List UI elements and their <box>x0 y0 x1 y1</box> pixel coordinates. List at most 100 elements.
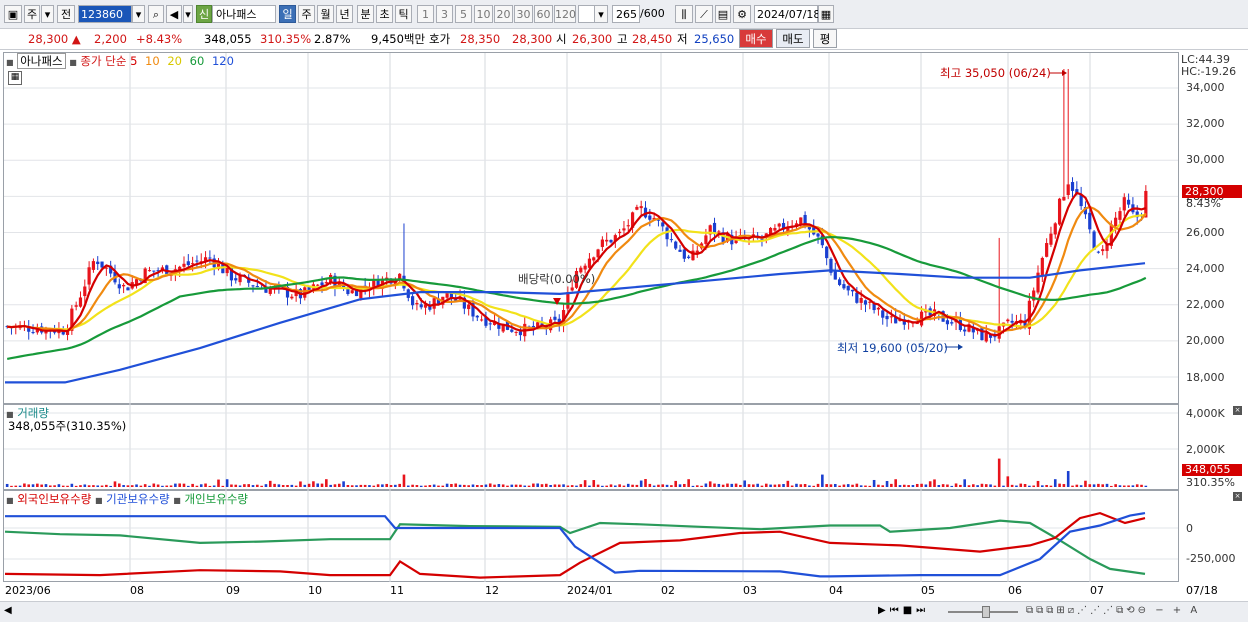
volume-bar <box>941 484 945 487</box>
volume-bar <box>475 485 479 487</box>
legend-ma-label[interactable]: 종가 단순 <box>80 54 126 68</box>
volume-bar <box>881 485 885 487</box>
current-pct-tag: 8.43% <box>1186 197 1221 210</box>
chart-canvas[interactable] <box>0 0 1248 621</box>
volume-bar <box>27 484 31 487</box>
volume-bar <box>169 485 173 487</box>
candle-body <box>1062 196 1066 201</box>
volume-bar <box>122 485 125 487</box>
candle-body <box>678 249 682 252</box>
candle-body <box>419 304 423 308</box>
legend-stock-name[interactable]: 아나패스 <box>17 53 66 69</box>
legend-square-icon: ■ <box>6 58 14 67</box>
volume-bar <box>463 484 466 487</box>
volume-bar <box>10 485 13 487</box>
volume-bar <box>100 485 104 487</box>
volume-pct-tag: 310.35% <box>1186 476 1235 489</box>
candle-body <box>514 331 518 333</box>
volume-bar <box>303 484 307 487</box>
volume-bar <box>260 485 263 487</box>
candle-body <box>117 284 121 289</box>
candle-body <box>234 278 238 281</box>
volume-bar <box>639 480 643 487</box>
legend-institution[interactable]: 기관보유수량 <box>106 492 169 506</box>
volume-bar <box>1105 483 1109 487</box>
volume-bar <box>950 485 954 487</box>
holding-tick-zero: 0 <box>1186 522 1193 535</box>
volume-bar <box>989 484 992 487</box>
scroll-bar[interactable]: ◀ ▶⏮■⏭ ⧉⧉⧉⊞⧄⋰⋰⋰⧉⟲⊖ − + A <box>0 601 1248 622</box>
volume-bar <box>562 484 565 487</box>
legend-individual[interactable]: 개인보유수량 <box>185 492 248 506</box>
volume-bar <box>700 485 703 487</box>
candle-body <box>510 329 514 332</box>
candle-body <box>639 206 643 209</box>
volume-bar <box>972 484 975 487</box>
price-tick: 32,000 <box>1186 117 1225 131</box>
price-tick: 30,000 <box>1186 153 1225 167</box>
volume-bar <box>281 485 285 487</box>
volume-bar <box>346 485 350 487</box>
volume-bar <box>1015 485 1018 487</box>
volume-bar <box>368 485 371 487</box>
volume-bar <box>704 483 708 487</box>
candle-body <box>773 227 777 231</box>
candle-body <box>592 257 596 261</box>
volume-bar <box>337 483 341 487</box>
volume-bar <box>536 483 539 487</box>
volume-bar <box>795 483 798 487</box>
volume-bar <box>363 484 367 487</box>
volume-bar <box>1122 485 1126 487</box>
volume-bar <box>1006 476 1010 487</box>
volume-bar <box>53 485 56 487</box>
drawing-tools[interactable]: ⧉⧉⧉⊞⧄⋰⋰⋰⧉⟲⊖ − + A <box>1026 605 1200 616</box>
volume-bar <box>109 485 112 487</box>
candle-body <box>919 311 924 326</box>
volume-bar <box>859 485 863 487</box>
zoom-slider-handle[interactable] <box>982 606 990 618</box>
candle-body <box>846 285 850 291</box>
volume-bar <box>596 484 600 487</box>
volume-bar <box>454 483 458 487</box>
volume-bar <box>519 484 522 487</box>
volume-bar <box>946 484 949 487</box>
volume-bar <box>769 484 772 487</box>
candle-body <box>251 285 255 287</box>
candle-body <box>415 302 419 305</box>
volume-bar <box>661 484 665 487</box>
volume-bar <box>1127 485 1130 487</box>
volume-bar <box>747 484 751 487</box>
volume-bar <box>928 481 932 487</box>
volume-bar <box>790 485 794 487</box>
candle-body <box>570 287 574 291</box>
legend-foreign[interactable]: 외국인보유수량 <box>17 492 91 506</box>
volume-bar <box>450 483 453 487</box>
candle-body <box>717 231 721 233</box>
candle-body <box>290 296 294 299</box>
volume-bar <box>467 485 470 487</box>
volume-bar <box>1023 484 1027 487</box>
volume-bar <box>484 484 488 487</box>
close-icon[interactable]: × <box>1233 406 1242 415</box>
scroll-left-icon[interactable]: ◀ <box>4 605 12 616</box>
volume-bar <box>915 483 919 487</box>
grid-toggle-icon[interactable]: ▦ <box>8 71 22 85</box>
volume-bar <box>307 483 311 487</box>
playback-controls[interactable]: ▶⏮■⏭ <box>878 605 929 616</box>
volume-bar <box>782 484 785 487</box>
volume-bar <box>424 485 427 487</box>
x-axis-label: 06 <box>1008 584 1022 597</box>
volume-bar <box>713 483 716 487</box>
volume-bar <box>855 483 859 487</box>
candle-body <box>993 336 997 338</box>
holding-legend: ■ 외국인보유수량 ■ 기관보유수량 ■ 개인보유수량 <box>6 491 248 507</box>
volume-bar <box>178 483 181 487</box>
close-icon[interactable]: × <box>1233 492 1242 501</box>
volume-bar <box>243 484 246 487</box>
volume-bar <box>1002 485 1005 487</box>
volume-bar <box>894 479 897 487</box>
price-tick: 26,000 <box>1186 225 1225 239</box>
candle-body <box>1096 251 1100 253</box>
candle-body <box>635 206 639 210</box>
volume-bar <box>208 485 212 487</box>
